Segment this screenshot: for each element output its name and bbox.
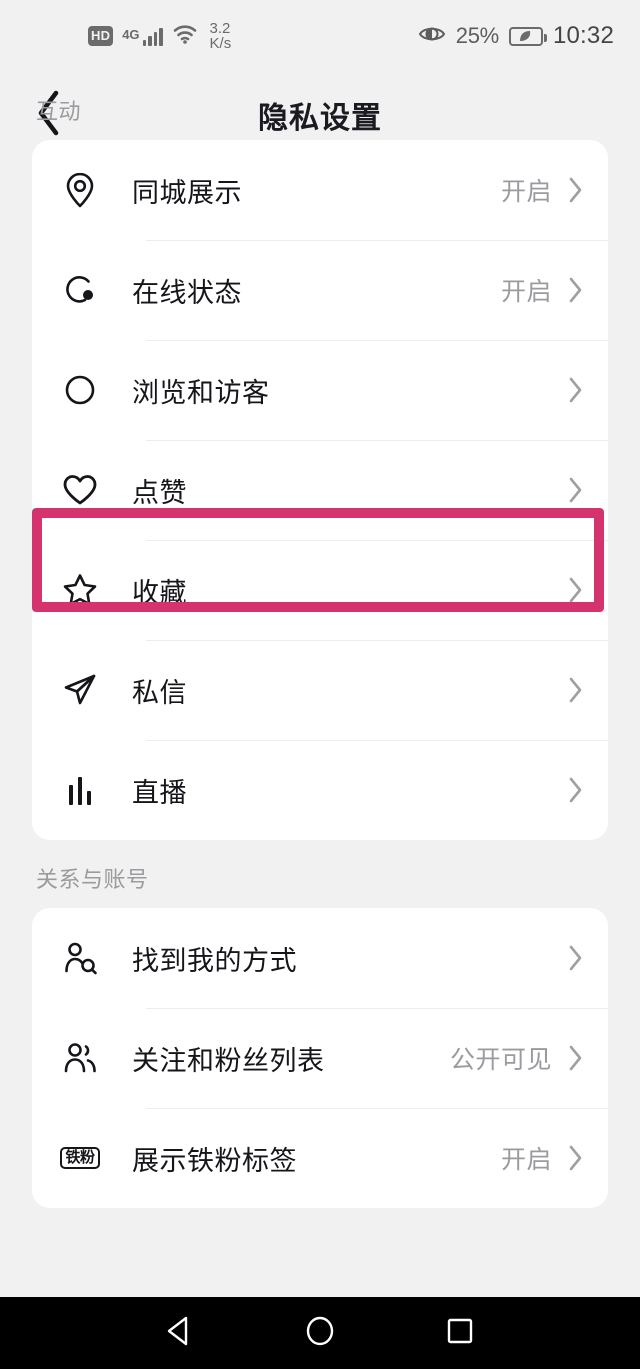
- network-speed: 3.2 K/s: [210, 21, 232, 51]
- star-icon: [58, 568, 102, 612]
- status-bar-left: HD 4G 3.2 K/s: [88, 21, 231, 51]
- settings-row-label: 私信: [132, 677, 187, 708]
- settings-row-value: 开启: [500, 178, 552, 206]
- location-pin-icon: [58, 168, 102, 212]
- battery-percent-label: 25%: [455, 23, 499, 48]
- network-speed-unit: K/s: [209, 35, 232, 52]
- wifi-icon: [172, 24, 198, 49]
- settings-row-live[interactable]: 直播: [32, 740, 608, 840]
- settings-content: 互动 同城展示 开启 在线状态 开启 浏览和访客 点赞 收藏 私信 直播 关系与…: [0, 72, 640, 1208]
- settings-row-likes[interactable]: 点赞: [32, 440, 608, 540]
- settings-row-label: 点赞: [132, 477, 187, 508]
- status-bar-right: 25% 10:32: [418, 22, 614, 50]
- settings-row-value: 开启: [500, 278, 552, 306]
- nav-home-button[interactable]: [288, 1301, 352, 1365]
- heart-icon: [58, 468, 102, 512]
- settings-row-label: 收藏: [132, 577, 187, 608]
- eye-comfort-icon: [418, 24, 446, 49]
- chevron-right-icon: [568, 676, 584, 704]
- settings-row-favorites[interactable]: 收藏: [32, 540, 608, 640]
- home-circle-icon: [303, 1314, 337, 1353]
- network-type-label: 4G: [122, 27, 140, 42]
- settings-row-label: 关注和粉丝列表: [132, 1045, 325, 1076]
- person-search-icon: [58, 936, 102, 980]
- chevron-right-icon: [568, 1144, 584, 1172]
- hd-icon: HD: [88, 26, 114, 46]
- nav-back-button[interactable]: [148, 1301, 212, 1365]
- section-label-interaction: 互动: [36, 99, 82, 124]
- settings-row-views-visitors[interactable]: 浏览和访客: [32, 340, 608, 440]
- recents-square-icon: [443, 1314, 477, 1353]
- status-bar: HD 4G 3.2 K/s 25% 10:32: [0, 0, 640, 72]
- nav-recents-button[interactable]: [428, 1301, 492, 1365]
- settings-row-label: 展示铁粉标签: [132, 1145, 297, 1176]
- settings-row-value: 公开可见: [449, 1046, 552, 1074]
- settings-row-following-followers[interactable]: 关注和粉丝列表 公开可见: [32, 1008, 608, 1108]
- fan-badge-icon: 铁粉: [58, 1136, 102, 1180]
- chevron-right-icon: [568, 476, 584, 504]
- two-people-icon: [58, 1036, 102, 1080]
- settings-row-value: 开启: [500, 1146, 552, 1174]
- settings-row-find-me[interactable]: 找到我的方式: [32, 908, 608, 1008]
- chevron-right-icon: [568, 944, 584, 972]
- chevron-right-icon: [568, 176, 584, 204]
- eye-icon: [58, 368, 102, 412]
- fan-badge-text: 铁粉: [60, 1146, 100, 1170]
- settings-row-label: 找到我的方式: [132, 945, 297, 976]
- settings-card-relations-account: 找到我的方式 关注和粉丝列表 公开可见 铁粉 展示铁粉标签 开启: [32, 908, 608, 1208]
- settings-row-online-status[interactable]: 在线状态 开启: [32, 240, 608, 340]
- settings-row-show-fan-badge[interactable]: 铁粉 展示铁粉标签 开启: [32, 1108, 608, 1208]
- settings-row-same-city[interactable]: 同城展示 开启: [32, 140, 608, 240]
- scroll-area[interactable]: 互动 同城展示 开启 在线状态 开启 浏览和访客 点赞 收藏 私信 直播 关系与…: [0, 72, 640, 1297]
- paper-plane-icon: [58, 668, 102, 712]
- back-triangle-icon: [163, 1314, 197, 1353]
- android-navigation-bar: [0, 1297, 640, 1369]
- network-speed-value: 3.2: [209, 20, 231, 37]
- chevron-right-icon: [568, 776, 584, 804]
- chevron-right-icon: [568, 376, 584, 404]
- section-label-relations-account: 关系与账号: [36, 867, 149, 892]
- live-bars-icon: [58, 768, 102, 812]
- settings-row-label: 直播: [132, 777, 187, 808]
- settings-row-label: 浏览和访客: [132, 377, 270, 408]
- battery-icon: [508, 26, 547, 46]
- chevron-right-icon: [568, 576, 584, 604]
- settings-row-label: 在线状态: [132, 277, 242, 308]
- clock: 10:32: [552, 22, 614, 49]
- online-status-icon: [58, 268, 102, 312]
- settings-row-label: 同城展示: [132, 177, 242, 208]
- chevron-right-icon: [568, 1044, 584, 1072]
- settings-card-interaction: 同城展示 开启 在线状态 开启 浏览和访客 点赞 收藏 私信 直播: [32, 140, 608, 840]
- settings-row-direct-message[interactable]: 私信: [32, 640, 608, 740]
- chevron-right-icon: [568, 276, 584, 304]
- signal-icon: [142, 26, 163, 46]
